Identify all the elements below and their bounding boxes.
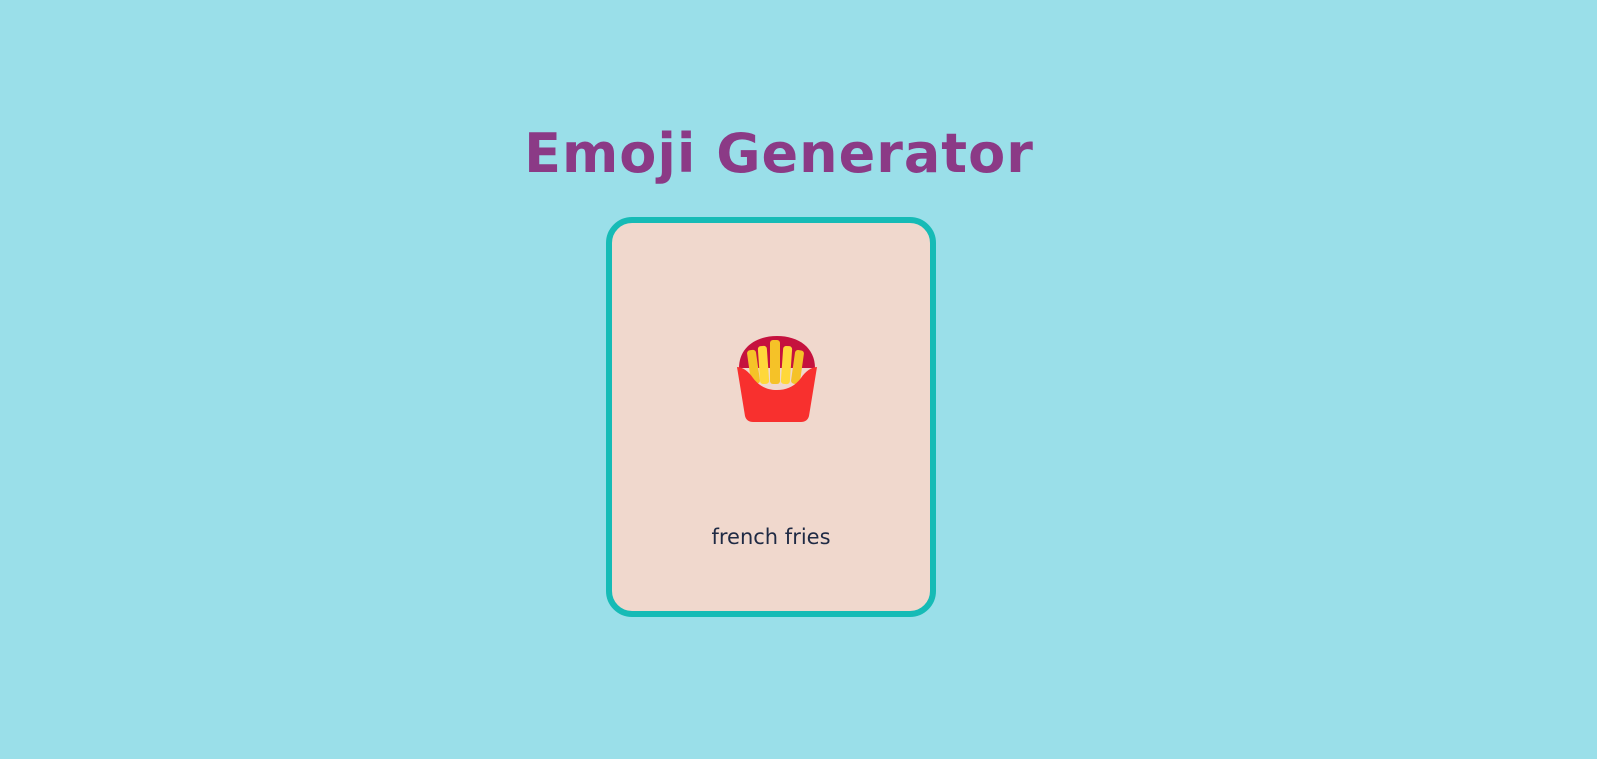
emoji-card[interactable]: french fries <box>606 217 936 617</box>
french-fries-icon <box>737 336 817 422</box>
emoji-name: french fries <box>711 525 831 549</box>
page-title: Emoji Generator <box>524 122 1034 185</box>
